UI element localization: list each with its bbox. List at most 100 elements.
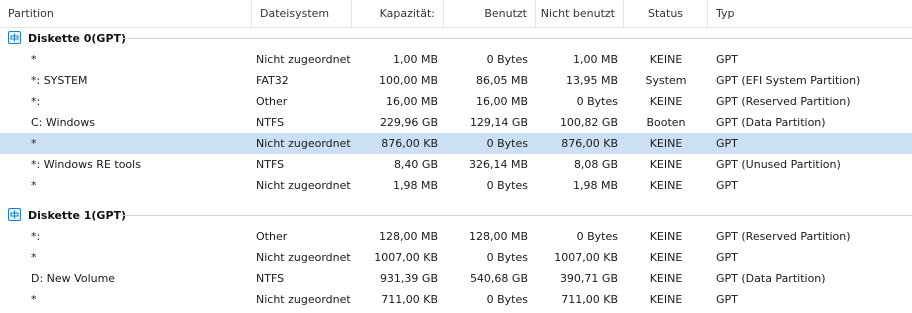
unused-cell: 1007,00 KB xyxy=(554,251,618,264)
type-cell: GPT xyxy=(716,137,738,150)
type-cell: GPT xyxy=(716,179,738,192)
table-row[interactable]: D: New Volume NTFS 931,39 GB 540,68 GB 390,7… xyxy=(0,268,912,289)
partition-name-cell: * xyxy=(31,137,37,150)
partition-name-cell: C: Windows xyxy=(31,116,95,129)
type-cell: GPT (Reserved Partition) xyxy=(716,95,851,108)
capacity-cell: 931,39 GB xyxy=(379,272,438,285)
status-cell: KEINE xyxy=(649,53,683,66)
disk-separator-line xyxy=(122,215,912,216)
unused-cell: 1,00 MB xyxy=(572,53,618,66)
disk-separator-line xyxy=(122,38,912,39)
table-row[interactable]: * Nicht zugeordnet 711,00 KB 0 Bytes 711,00 … xyxy=(0,289,912,310)
unused-cell: 100,82 GB xyxy=(559,116,618,129)
partition-name-cell: D: New Volume xyxy=(31,272,116,285)
filesystem-cell: Other xyxy=(256,95,288,108)
disk-group-header[interactable]: Diskette 1(GPT) xyxy=(0,205,912,226)
partition-name-cell: * xyxy=(31,179,37,192)
type-cell: GPT xyxy=(716,293,738,306)
column-header-status-label: Status xyxy=(647,7,684,20)
filesystem-cell: Nicht zugeordnet xyxy=(256,137,351,150)
capacity-cell: 16,00 MB xyxy=(385,95,438,108)
status-cell: KEINE xyxy=(649,158,683,171)
filesystem-cell: FAT32 xyxy=(256,74,289,87)
column-header-type-label: Typ xyxy=(716,7,735,20)
partition-name-cell: * xyxy=(31,251,37,264)
table-row[interactable]: *: Other 16,00 MB 16,00 MB 0 Bytes KEINE GPT (… xyxy=(0,91,912,112)
type-cell: GPT (Data Partition) xyxy=(716,116,826,129)
used-cell: 0 Bytes xyxy=(486,137,528,150)
table-row-selected[interactable]: * Nicht zugeordnet 876,00 KB 0 Bytes 876,00 … xyxy=(0,133,912,154)
capacity-cell: 876,00 KB xyxy=(381,137,438,150)
capacity-cell: 1007,00 KB xyxy=(374,251,438,264)
status-cell: System xyxy=(645,74,687,87)
unused-cell: 711,00 KB xyxy=(561,293,618,306)
used-cell: 16,00 MB xyxy=(475,95,528,108)
partition-name-cell: * xyxy=(31,53,37,66)
column-header-used-label: Benutzt xyxy=(484,7,527,20)
used-cell: 0 Bytes xyxy=(486,53,528,66)
partition-name-cell: *: SYSTEM xyxy=(31,74,88,87)
type-cell: GPT (Reserved Partition) xyxy=(716,230,851,243)
status-cell: KEINE xyxy=(649,230,683,243)
capacity-cell: 8,40 GB xyxy=(393,158,438,171)
column-header-capacity[interactable]: Kapazität: xyxy=(352,0,444,27)
filesystem-cell: NTFS xyxy=(256,116,285,129)
status-cell: Booten xyxy=(646,116,686,129)
status-cell: KEINE xyxy=(649,293,683,306)
partition-list: Diskette 0(GPT) * Nicht zugeordnet 1,00 MB 0… xyxy=(0,28,912,310)
status-cell: KEINE xyxy=(649,179,683,192)
unused-cell: 0 Bytes xyxy=(576,230,618,243)
table-row[interactable]: *: SYSTEM FAT32 100,00 MB 86,05 MB 13,95 MB S… xyxy=(0,70,912,91)
filesystem-cell: NTFS xyxy=(256,158,285,171)
table-row[interactable]: * Nicht zugeordnet 1,00 MB 0 Bytes 1,00 MB KE… xyxy=(0,49,912,70)
used-cell: 86,05 MB xyxy=(475,74,528,87)
capacity-cell: 229,96 GB xyxy=(379,116,438,129)
used-cell: 128,00 MB xyxy=(468,230,528,243)
table-row[interactable]: * Nicht zugeordnet 1,98 MB 0 Bytes 1,98 MB KE… xyxy=(0,175,912,196)
column-header-filesystem[interactable]: Dateisystem xyxy=(252,0,352,27)
capacity-cell: 711,00 KB xyxy=(381,293,438,306)
column-header-status[interactable]: Status xyxy=(624,0,708,27)
type-cell: GPT (Unused Partition) xyxy=(716,158,841,171)
column-header-partition-label: Partition xyxy=(8,7,54,20)
unused-cell: 1,98 MB xyxy=(572,179,618,192)
column-header-row: Partition Dateisystem Kapazität: Benutzt… xyxy=(0,0,912,28)
column-header-filesystem-label: Dateisystem xyxy=(260,7,330,20)
column-header-capacity-label: Kapazität: xyxy=(379,7,435,20)
disk-icon xyxy=(8,31,21,44)
filesystem-cell: Nicht zugeordnet xyxy=(256,53,351,66)
type-cell: GPT (EFI System Partition) xyxy=(716,74,861,87)
column-header-type[interactable]: Typ xyxy=(708,0,912,27)
unused-cell: 390,71 GB xyxy=(559,272,618,285)
capacity-cell: 1,00 MB xyxy=(392,53,438,66)
unused-cell: 8,08 GB xyxy=(573,158,618,171)
partition-name-cell: *: xyxy=(31,95,41,108)
column-header-unused[interactable]: Nicht benutzt xyxy=(536,0,624,27)
column-header-partition[interactable]: Partition xyxy=(0,0,252,27)
status-cell: KEINE xyxy=(649,251,683,264)
capacity-cell: 1,98 MB xyxy=(392,179,438,192)
used-cell: 326,14 MB xyxy=(468,158,528,171)
used-cell: 0 Bytes xyxy=(486,293,528,306)
partition-name-cell: * xyxy=(31,293,37,306)
unused-cell: 876,00 KB xyxy=(561,137,618,150)
status-cell: KEINE xyxy=(649,272,683,285)
capacity-cell: 128,00 MB xyxy=(378,230,438,243)
table-row[interactable]: C: Windows NTFS 229,96 GB 129,14 GB 100,82 G… xyxy=(0,112,912,133)
filesystem-cell: Other xyxy=(256,230,288,243)
disk-name: Diskette 0(GPT) xyxy=(28,32,127,45)
filesystem-cell: Nicht zugeordnet xyxy=(256,251,351,264)
column-header-used[interactable]: Benutzt xyxy=(444,0,536,27)
filesystem-cell: NTFS xyxy=(256,272,285,285)
type-cell: GPT (Data Partition) xyxy=(716,272,826,285)
table-row[interactable]: * Nicht zugeordnet 1007,00 KB 0 Bytes 1007,0… xyxy=(0,247,912,268)
disk-icon xyxy=(8,208,21,221)
table-row[interactable]: *: Windows RE tools NTFS 8,40 GB 326,14 MB 8… xyxy=(0,154,912,175)
disk-group-header[interactable]: Diskette 0(GPT) xyxy=(0,28,912,49)
filesystem-cell: Nicht zugeordnet xyxy=(256,293,351,306)
type-cell: GPT xyxy=(716,53,738,66)
capacity-cell: 100,00 MB xyxy=(378,74,438,87)
table-row[interactable]: *: Other 128,00 MB 128,00 MB 0 Bytes KEINE GPT… xyxy=(0,226,912,247)
partition-name-cell: *: Windows RE tools xyxy=(31,158,141,171)
